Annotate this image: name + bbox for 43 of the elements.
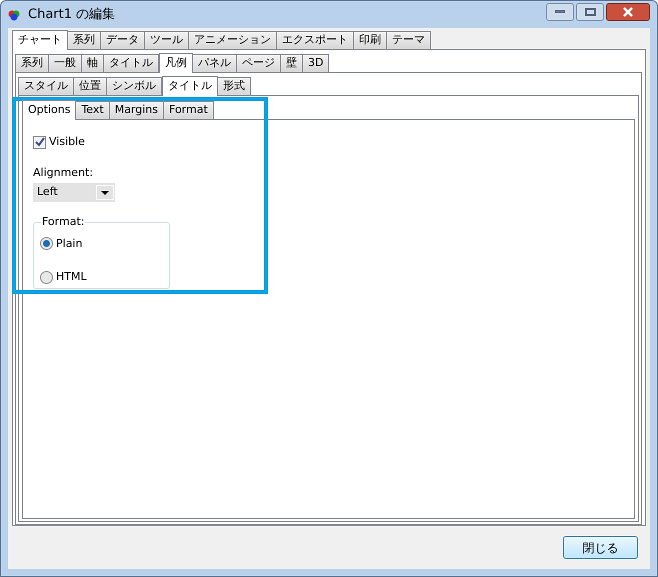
radio-label: HTML	[56, 269, 87, 285]
caret-icon	[101, 190, 109, 194]
minimize-button[interactable]	[546, 2, 574, 20]
tab[interactable]: データ	[100, 31, 145, 49]
window-title: Chart1 の編集	[28, 6, 116, 24]
alignment-label: Alignment:	[33, 164, 94, 180]
tab[interactable]: Text	[75, 101, 110, 119]
visible-checkbox[interactable]	[33, 136, 46, 149]
tab[interactable]: 壁	[280, 54, 303, 72]
close-button[interactable]	[606, 2, 650, 20]
tab[interactable]: 3D	[302, 54, 330, 72]
tab[interactable]: Format	[163, 101, 214, 119]
tab[interactable]: タイトル	[162, 76, 218, 96]
tab[interactable]: チャート	[12, 30, 68, 50]
close-dialog-button[interactable]: 閉じる	[563, 536, 638, 559]
tab[interactable]: 軸	[81, 54, 104, 72]
tab[interactable]: Margins	[108, 101, 164, 119]
tab[interactable]: テーマ	[386, 31, 431, 49]
tab[interactable]: アニメーション	[188, 31, 277, 49]
tab[interactable]: シンボル	[106, 77, 162, 95]
close-icon	[622, 6, 634, 16]
radio-button[interactable]	[40, 237, 53, 250]
tab[interactable]: エクスポート	[276, 31, 354, 49]
tab[interactable]: 凡例	[159, 53, 193, 73]
tab[interactable]: ページ	[236, 54, 281, 72]
tab[interactable]: 系列	[67, 31, 101, 49]
chart-logo-icon	[8, 8, 20, 20]
tab[interactable]: ツール	[144, 31, 189, 49]
tab[interactable]: 系列	[15, 54, 49, 72]
format-label: Format:	[41, 214, 86, 230]
tab[interactable]: 形式	[217, 77, 251, 95]
maximize-button[interactable]	[576, 2, 604, 20]
alignment-dropdown[interactable]: Left	[33, 183, 115, 202]
tab[interactable]: パネル	[192, 54, 237, 72]
tab[interactable]: スタイル	[18, 77, 74, 95]
tab[interactable]: Options	[22, 100, 76, 120]
tab[interactable]: 位置	[73, 77, 107, 95]
visible-label: Visible	[49, 134, 85, 150]
tab[interactable]: タイトル	[103, 54, 159, 72]
tab[interactable]: 印刷	[353, 31, 387, 49]
radio-label: Plain	[56, 236, 82, 252]
radio-button[interactable]	[40, 270, 53, 284]
tab[interactable]: 一般	[48, 54, 82, 72]
